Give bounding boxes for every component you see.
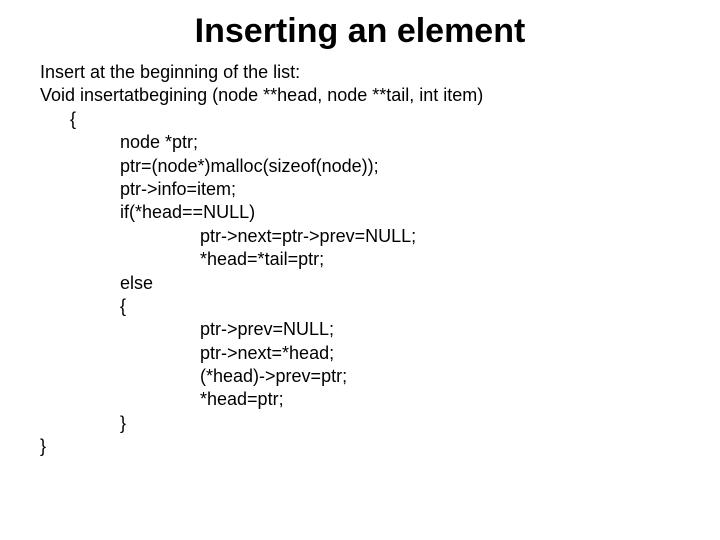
brace-open: { (40, 108, 680, 131)
code-line: } (40, 412, 680, 435)
intro-text: Insert at the beginning of the list: (40, 61, 680, 84)
code-line: ptr->prev=NULL; (40, 318, 680, 341)
slide: Inserting an element Insert at the begin… (0, 0, 720, 459)
function-signature: Void insertatbegining (node **head, node… (40, 84, 680, 107)
code-line: node *ptr; (40, 131, 680, 154)
code-block: Insert at the beginning of the list: Voi… (40, 61, 680, 459)
code-line: { (40, 295, 680, 318)
code-line: *head=*tail=ptr; (40, 248, 680, 271)
code-line: else (40, 272, 680, 295)
code-line: ptr->info=item; (40, 178, 680, 201)
brace-close: } (40, 435, 680, 458)
code-line: ptr->next=ptr->prev=NULL; (40, 225, 680, 248)
slide-title: Inserting an element (40, 12, 680, 51)
code-line: if(*head==NULL) (40, 201, 680, 224)
code-line: *head=ptr; (40, 388, 680, 411)
code-line: ptr->next=*head; (40, 342, 680, 365)
code-line: (*head)->prev=ptr; (40, 365, 680, 388)
code-line: ptr=(node*)malloc(sizeof(node)); (40, 155, 680, 178)
